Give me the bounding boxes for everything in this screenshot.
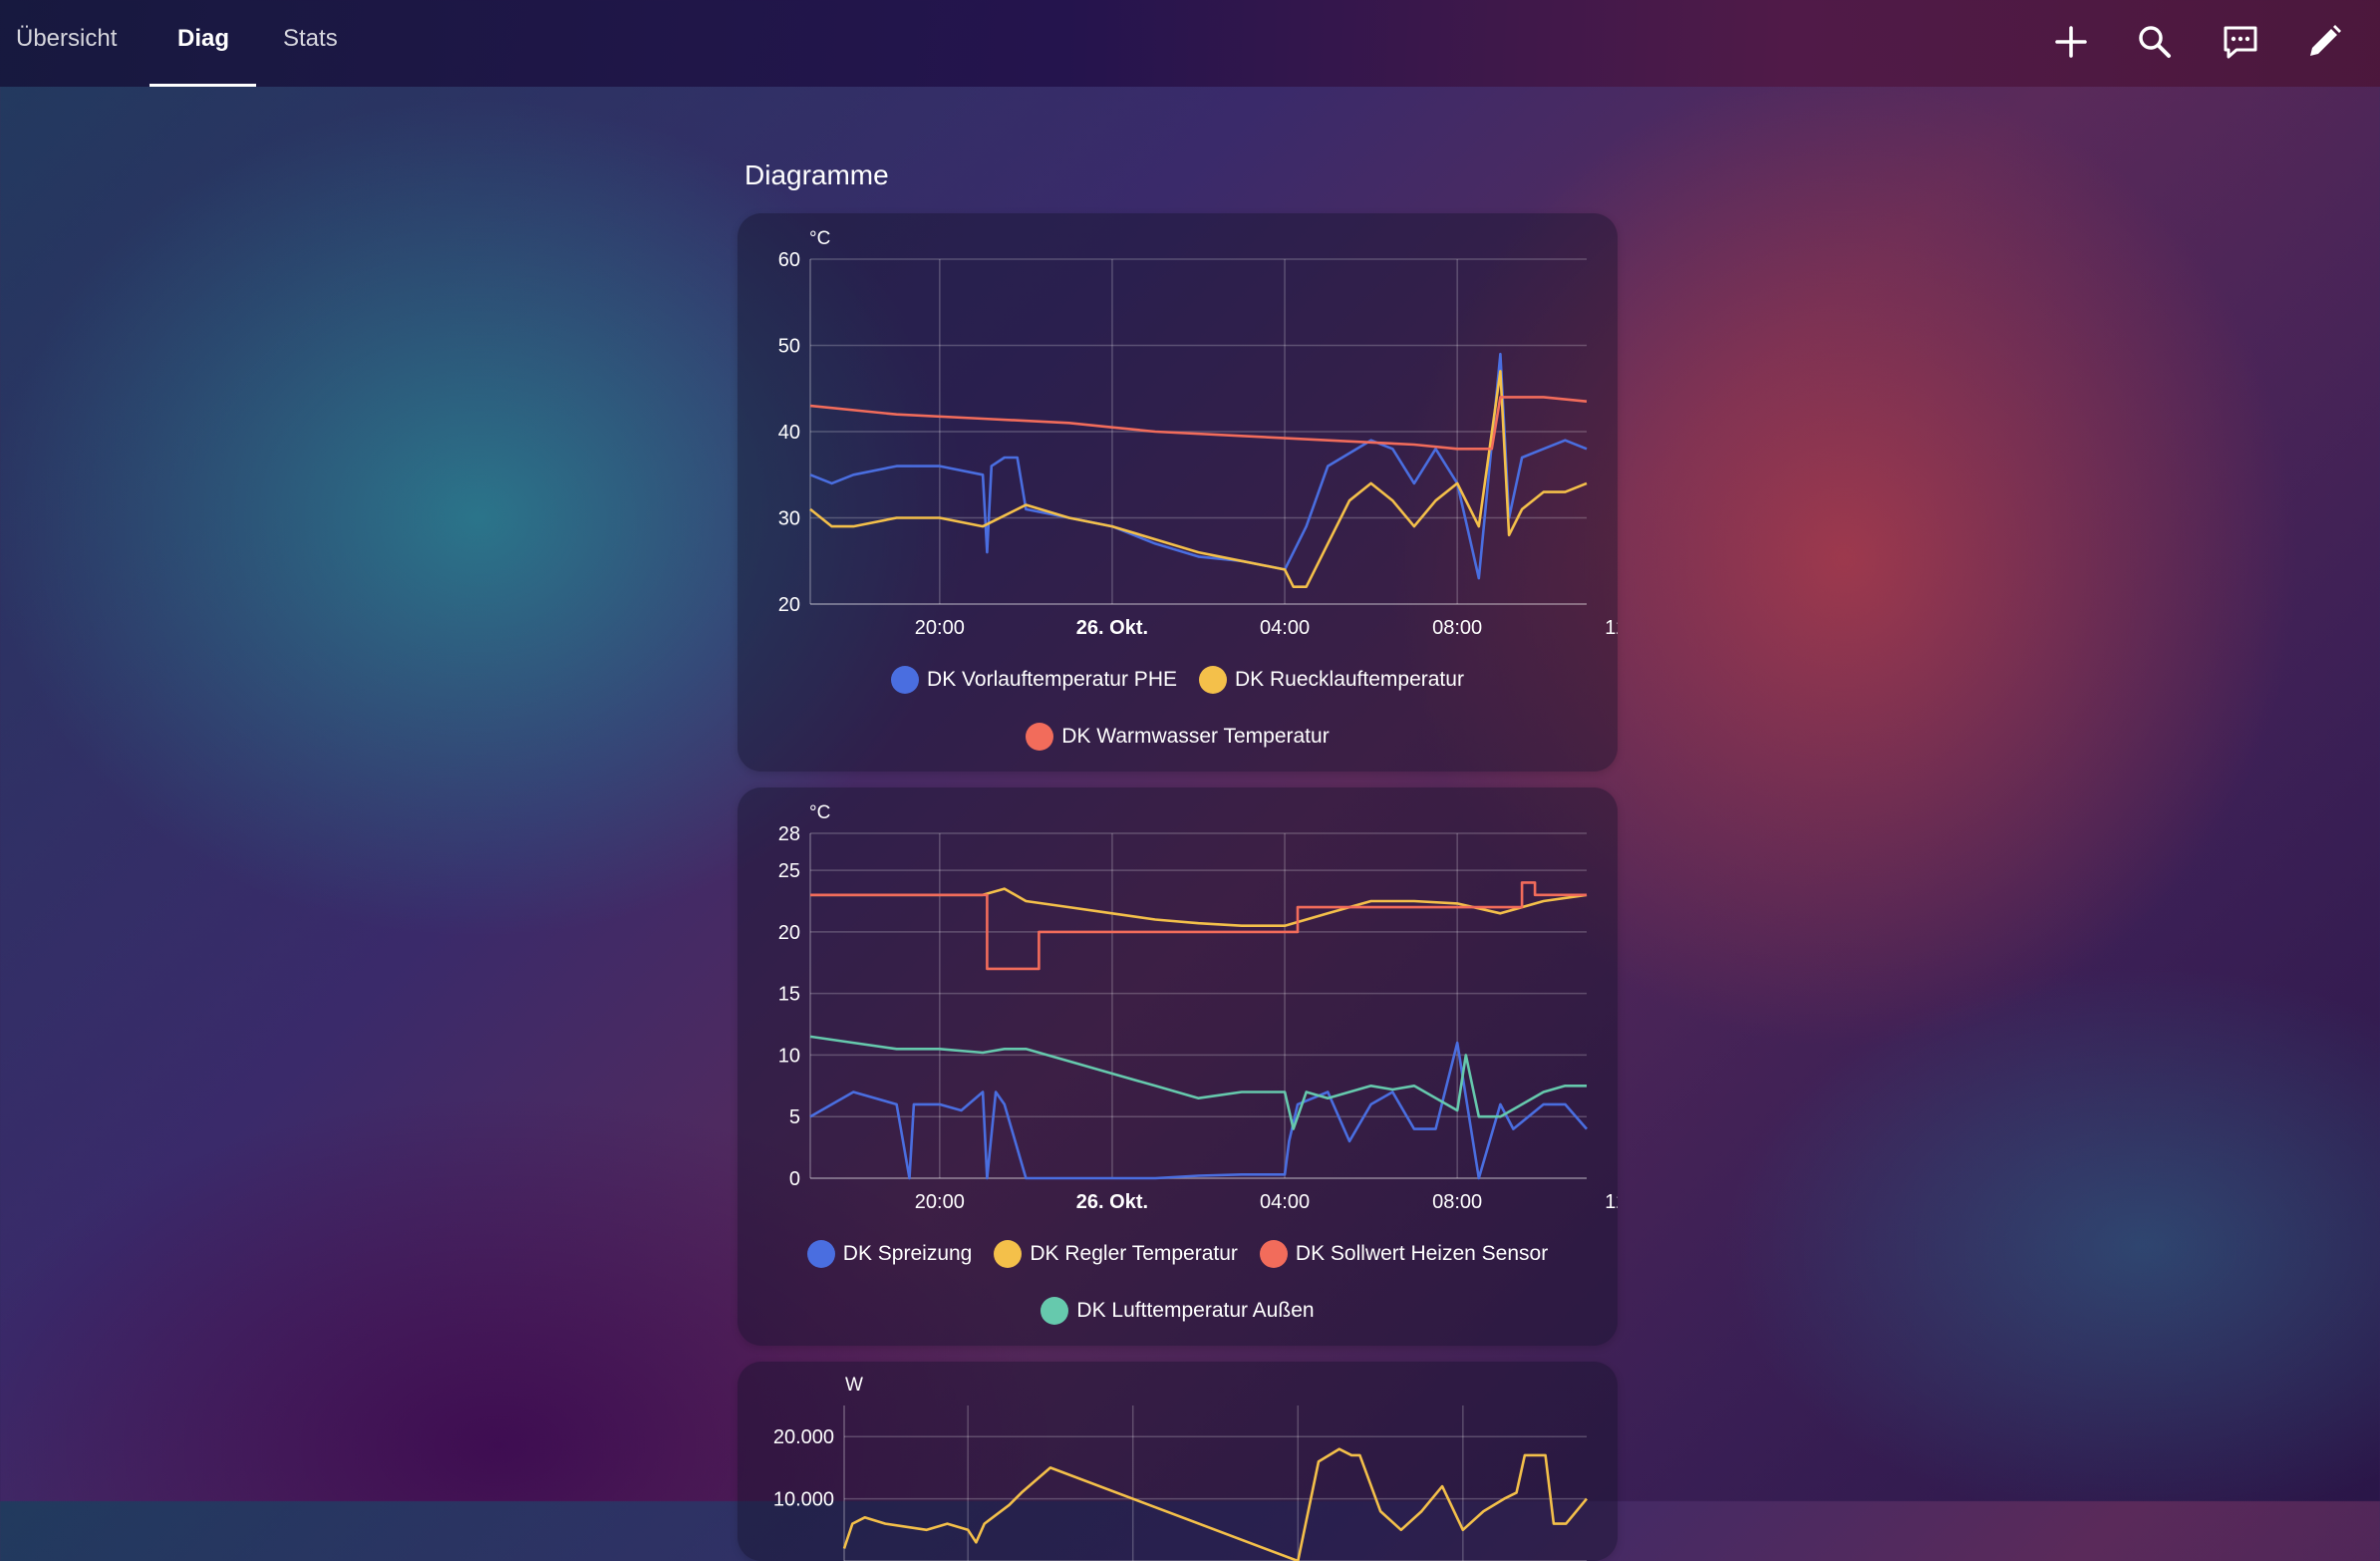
series-line-3 xyxy=(810,881,1587,971)
series-line-3 xyxy=(809,396,1588,451)
legend-item-warmwasser[interactable]: DK Warmwasser Temperatur xyxy=(1026,723,1330,751)
y-tick-label: 5 xyxy=(789,1106,800,1128)
legend-label: DK Lufttemperatur Außen xyxy=(1076,1299,1315,1322)
axis-unit-label: °C xyxy=(809,802,830,823)
search-icon[interactable] xyxy=(2131,18,2179,66)
legend-dot xyxy=(1041,1297,1069,1325)
y-tick-label: 20 xyxy=(778,922,800,944)
x-tick-label: 20:00 xyxy=(915,1191,965,1213)
section-title: Diagramme xyxy=(744,159,889,190)
legend-label: DK Vorlauftemperatur PHE xyxy=(927,668,1177,691)
active-tab-indicator xyxy=(149,84,256,87)
legend-row-2: DK Lufttemperatur Außen xyxy=(738,1297,1618,1325)
legend-dot xyxy=(1259,1240,1288,1268)
tab-stats[interactable]: Stats xyxy=(283,0,338,87)
series-line-1 xyxy=(842,1447,1589,1561)
legend-item-lufttemperatur-aussen[interactable]: DK Lufttemperatur Außen xyxy=(1041,1297,1315,1325)
legend-dot xyxy=(1026,723,1054,751)
y-tick-label: 15 xyxy=(778,984,800,1006)
legend-dot xyxy=(1199,666,1227,694)
legend-label: DK Ruecklauftemperatur xyxy=(1235,668,1464,691)
y-tick-label: 28 xyxy=(778,823,800,845)
x-tick-label: 12:00 xyxy=(1605,617,1618,639)
legend-item-ruecklauftemperatur[interactable]: DK Ruecklauftemperatur xyxy=(1199,666,1464,694)
series-line-4 xyxy=(809,1035,1587,1130)
y-tick-label: 25 xyxy=(778,860,800,882)
history-graph-card-3[interactable]: W 20.000 10.000 xyxy=(738,1362,1618,1561)
x-tick-label: 04:00 xyxy=(1260,617,1310,639)
x-tick-label: 12:00 xyxy=(1605,1191,1618,1213)
top-app-bar: Übersicht Diag Stats xyxy=(0,0,2380,87)
y-tick-label: 0 xyxy=(789,1168,800,1190)
legend-label: DK Regler Temperatur xyxy=(1030,1242,1238,1265)
series-line-2 xyxy=(809,370,1588,589)
y-tick-label: 10.000 xyxy=(773,1489,834,1511)
series-line-1 xyxy=(809,1041,1588,1180)
legend-row-1: DK Spreizung DK Regler Temperatur DK Sol… xyxy=(738,1240,1618,1268)
legend-label: DK Spreizung xyxy=(842,1242,973,1265)
axis-unit-label: W xyxy=(845,1375,863,1396)
x-tick-label: 26. Okt. xyxy=(1076,1191,1148,1213)
legend-item-sollwert-heizen[interactable]: DK Sollwert Heizen Sensor xyxy=(1259,1240,1549,1268)
legend-item-regler-temperatur[interactable]: DK Regler Temperatur xyxy=(994,1240,1238,1268)
pencil-edit-icon[interactable] xyxy=(2300,18,2348,66)
legend-row-1: DK Vorlauftemperatur PHE DK Ruecklauftem… xyxy=(738,666,1618,694)
axis-unit-label: °C xyxy=(809,228,830,249)
y-tick-label: 10 xyxy=(778,1045,800,1067)
legend-dot xyxy=(891,666,920,694)
tab-uebersicht[interactable]: Übersicht xyxy=(16,0,117,87)
x-tick-label: 26. Okt. xyxy=(1076,617,1148,639)
y-tick-label: 60 xyxy=(778,249,800,271)
assist-chat-icon[interactable] xyxy=(2217,18,2264,66)
legend-label: DK Sollwert Heizen Sensor xyxy=(1295,1242,1549,1265)
plus-icon[interactable] xyxy=(2047,18,2095,66)
legend-row-2: DK Warmwasser Temperatur xyxy=(738,723,1618,751)
x-tick-label: 08:00 xyxy=(1432,617,1482,639)
y-tick-label: 40 xyxy=(778,422,800,444)
legend-dot xyxy=(806,1240,835,1268)
series-line-1 xyxy=(809,352,1588,580)
legend-label: DK Warmwasser Temperatur xyxy=(1061,725,1330,748)
y-tick-label: 30 xyxy=(778,508,800,530)
legend-item-vorlauftemperatur[interactable]: DK Vorlauftemperatur PHE xyxy=(891,666,1177,694)
tab-diag[interactable]: Diag xyxy=(177,0,229,87)
x-tick-label: 04:00 xyxy=(1260,1191,1310,1213)
power-chart[interactable]: W 20.000 10.000 xyxy=(738,1362,1618,1561)
history-graph-card-1[interactable]: °C 60 50 40 30 20 20:00 26. Okt. 04:00 08:00 12:00… xyxy=(738,213,1618,772)
x-tick-label: 08:00 xyxy=(1432,1191,1482,1213)
y-tick-label: 50 xyxy=(778,336,800,358)
history-graph-card-2[interactable]: °C 28 25 20 15 10 5 0 20:00 26. Okt. 04:00 08:00 12:… xyxy=(738,787,1618,1346)
legend-dot xyxy=(994,1240,1023,1268)
y-tick-label: 20 xyxy=(778,594,800,616)
x-tick-label: 20:00 xyxy=(915,617,965,639)
legend-item-spreizung[interactable]: DK Spreizung xyxy=(806,1240,973,1268)
y-tick-label: 20.000 xyxy=(773,1426,834,1448)
